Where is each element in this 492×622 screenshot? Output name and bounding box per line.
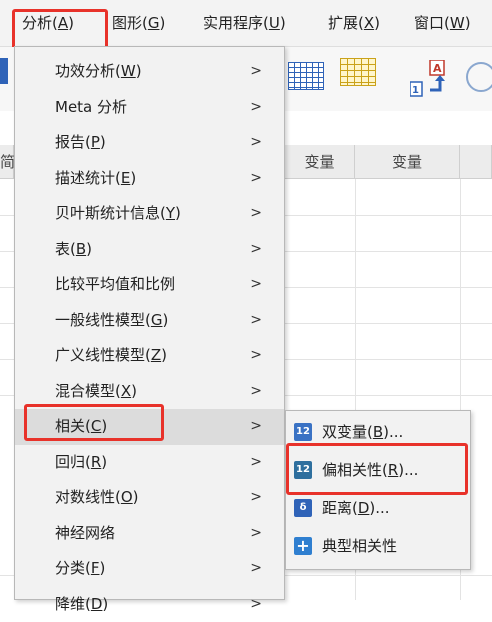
chevron-right-icon: > — [250, 374, 262, 409]
chevron-right-icon: > — [250, 267, 262, 302]
menu-item-bayesian-statistics[interactable]: 贝叶斯统计信息(Y)> — [15, 196, 284, 232]
menu-item-loglinear[interactable]: 对数线性(O)> — [15, 480, 284, 516]
find-icon[interactable] — [466, 62, 492, 92]
menu-item-power-analysis[interactable]: 功效分析(W)> — [15, 54, 284, 90]
partial-correlation-highlight-box — [286, 443, 468, 495]
chevron-right-icon: > — [250, 409, 262, 444]
menu-item-general-linear-model[interactable]: 一般线性模型(G)> — [15, 303, 284, 339]
menu-item-meta-analysis[interactable]: Meta 分析> — [15, 90, 284, 126]
chevron-right-icon: > — [250, 516, 262, 551]
menu-item-regression[interactable]: 回归(R)> — [15, 445, 284, 481]
analyze-menu: 功效分析(W)> Meta 分析> 报告(P)> 描述统计(E)> 贝叶斯统计信… — [14, 46, 285, 600]
variable-grid-icon[interactable] — [340, 58, 376, 86]
menu-item-descriptive-statistics[interactable]: 描述统计(E)> — [15, 161, 284, 197]
distance-icon: δ — [294, 499, 312, 517]
column-header-var[interactable]: 变量 — [355, 145, 460, 179]
chevron-right-icon: > — [250, 303, 262, 338]
chevron-right-icon: > — [250, 338, 262, 373]
menu-utilities[interactable]: 实用程序(U) — [203, 8, 286, 38]
menu-item-compare-means[interactable]: 比较平均值和比例> — [15, 267, 284, 303]
column-header-partial — [460, 145, 492, 179]
menu-item-classify[interactable]: 分类(F)> — [15, 551, 284, 587]
toolbar-partial-icon — [0, 58, 8, 84]
menu-item-reports[interactable]: 报告(P)> — [15, 125, 284, 161]
canonical-correlation-icon: + — [294, 537, 312, 555]
data-grid-icon[interactable] — [288, 62, 324, 90]
chevron-right-icon: > — [250, 125, 262, 160]
svg-text:A: A — [433, 62, 442, 75]
chevron-right-icon: > — [250, 161, 262, 196]
bivariate-icon: 12 — [294, 423, 312, 441]
chevron-right-icon: > — [250, 232, 262, 267]
menu-graphs[interactable]: 图形(G) — [112, 8, 165, 38]
menu-window[interactable]: 窗口(W) — [414, 8, 471, 38]
menu-extensions[interactable]: 扩展(X) — [328, 8, 380, 38]
analyze-highlight-box — [12, 9, 108, 50]
submenu-item-canonical[interactable]: + 典型相关性 — [286, 527, 470, 565]
row-header-partial: 简 — [0, 145, 14, 179]
menu-item-generalized-linear-models[interactable]: 广义线性模型(Z)> — [15, 338, 284, 374]
chevron-right-icon: > — [250, 587, 262, 622]
chevron-right-icon: > — [250, 90, 262, 125]
chevron-right-icon: > — [250, 196, 262, 231]
chevron-right-icon: > — [250, 445, 262, 480]
menu-item-dimension-reduction[interactable]: 降维(D)> — [15, 587, 284, 622]
correlate-highlight-box — [24, 404, 164, 441]
chevron-right-icon: > — [250, 480, 262, 515]
sort-cases-icon[interactable]: A 1 — [410, 60, 454, 100]
column-header-var[interactable]: 变量 — [285, 145, 355, 179]
svg-text:1: 1 — [412, 85, 419, 96]
menu-item-tables[interactable]: 表(B)> — [15, 232, 284, 268]
chevron-right-icon: > — [250, 54, 262, 89]
chevron-right-icon: > — [250, 551, 262, 586]
menu-item-neural-networks[interactable]: 神经网络> — [15, 516, 284, 552]
